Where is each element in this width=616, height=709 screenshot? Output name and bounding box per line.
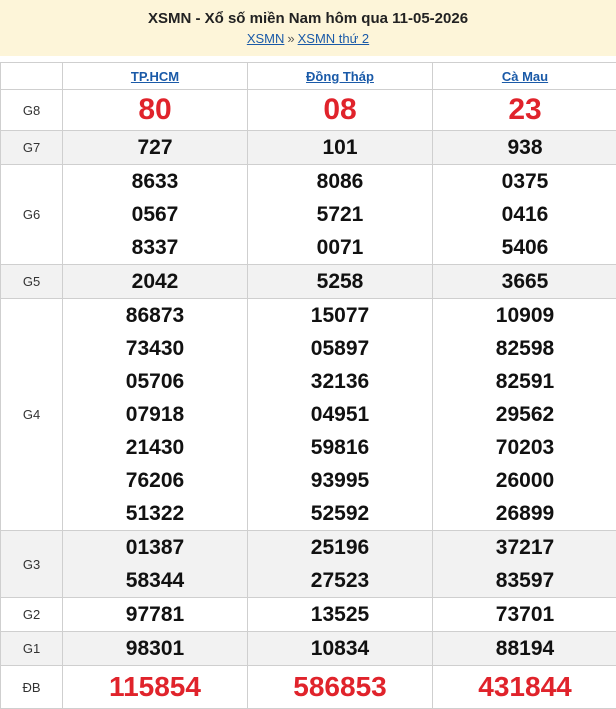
prize-value: 13525 (248, 598, 433, 632)
prize-value: 2042 (63, 265, 248, 299)
page-header: XSMN - Xổ số miền Nam hôm qua 11-05-2026… (0, 0, 616, 56)
prize-value: 5721 (248, 198, 432, 231)
prize-value: 29562 (433, 398, 616, 431)
prize-value: 26899 (433, 497, 616, 530)
prize-value: 82598 (433, 332, 616, 365)
prize-cell: 25196 27523 (248, 531, 433, 598)
prize-value: 5406 (433, 231, 616, 264)
prize-value: 05706 (63, 365, 247, 398)
prize-row-g2: G2 97781 13525 73701 (1, 598, 616, 632)
prize-value: 15077 (248, 299, 432, 332)
prize-label: ĐB (1, 666, 63, 709)
prize-row-g1: G1 98301 10834 88194 (1, 632, 616, 666)
prize-value: 08 (248, 90, 433, 131)
prize-label: G5 (1, 265, 63, 299)
special-prize-value: 431844 (433, 666, 616, 709)
prize-value: 97781 (63, 598, 248, 632)
prize-value: 58344 (63, 564, 247, 597)
page-title: XSMN - Xổ số miền Nam hôm qua 11-05-2026 (0, 10, 616, 28)
prize-value: 8633 (63, 165, 247, 198)
prize-label: G7 (1, 131, 63, 165)
prize-value: 88194 (433, 632, 616, 666)
prize-value: 83597 (433, 564, 616, 597)
province-link-dongthap[interactable]: Đồng Tháp (306, 69, 374, 84)
prize-row-g8: G8 80 08 23 (1, 90, 616, 131)
province-header-camau: Cà Mau (433, 63, 616, 90)
prize-value: 0071 (248, 231, 432, 264)
prize-value: 23 (433, 90, 616, 131)
prize-cell: 15077 05897 32136 04951 59816 93995 5259… (248, 299, 433, 531)
prize-value: 0375 (433, 165, 616, 198)
prize-cell: 37217 83597 (433, 531, 616, 598)
prize-label: G4 (1, 299, 63, 531)
prize-value: 25196 (248, 531, 432, 564)
prize-value: 51322 (63, 497, 247, 530)
prize-value: 82591 (433, 365, 616, 398)
breadcrumb-separator: » (287, 31, 294, 46)
prize-row-g4: G4 86873 73430 05706 07918 21430 76206 5… (1, 299, 616, 531)
prize-value: 938 (433, 131, 616, 165)
prize-cell: 86873 73430 05706 07918 21430 76206 5132… (63, 299, 248, 531)
province-header-tphcm: TP.HCM (63, 63, 248, 90)
prize-value: 01387 (63, 531, 247, 564)
prize-row-g7: G7 727 101 938 (1, 131, 616, 165)
prize-value: 80 (63, 90, 248, 131)
prize-value: 8337 (63, 231, 247, 264)
prize-label: G8 (1, 90, 63, 131)
prize-value: 10909 (433, 299, 616, 332)
prize-value: 04951 (248, 398, 432, 431)
prize-cell: 10909 82598 82591 29562 70203 26000 2689… (433, 299, 616, 531)
prize-value: 27523 (248, 564, 432, 597)
prize-value: 93995 (248, 464, 432, 497)
prize-value: 0416 (433, 198, 616, 231)
prize-value: 0567 (63, 198, 247, 231)
prize-value: 98301 (63, 632, 248, 666)
prize-value: 21430 (63, 431, 247, 464)
prize-value: 70203 (433, 431, 616, 464)
province-header-row: TP.HCM Đồng Tháp Cà Mau (1, 63, 616, 90)
prize-label: G1 (1, 632, 63, 666)
prize-value: 727 (63, 131, 248, 165)
prize-row-g6: G6 8633 0567 8337 8086 5721 0071 0375 04… (1, 165, 616, 265)
breadcrumb-xsmn-thu2-link[interactable]: XSMN thứ 2 (298, 31, 370, 46)
prize-value: 8086 (248, 165, 432, 198)
prize-label: G6 (1, 165, 63, 265)
prize-value: 32136 (248, 365, 432, 398)
special-prize-value: 115854 (63, 666, 248, 709)
prize-row-special: ĐB 115854 586853 431844 (1, 666, 616, 709)
prize-value: 101 (248, 131, 433, 165)
province-header-dongthap: Đồng Tháp (248, 63, 433, 90)
prize-cell: 8086 5721 0071 (248, 165, 433, 265)
prize-cell: 01387 58344 (63, 531, 248, 598)
prize-cell: 0375 0416 5406 (433, 165, 616, 265)
prize-cell: 8633 0567 8337 (63, 165, 248, 265)
corner-cell (1, 63, 63, 90)
prize-value: 26000 (433, 464, 616, 497)
prize-row-g5: G5 2042 5258 3665 (1, 265, 616, 299)
province-link-tphcm[interactable]: TP.HCM (131, 69, 179, 84)
prize-value: 07918 (63, 398, 247, 431)
prize-label: G2 (1, 598, 63, 632)
prize-value: 3665 (433, 265, 616, 299)
special-prize-value: 586853 (248, 666, 433, 709)
prize-value: 05897 (248, 332, 432, 365)
prize-value: 52592 (248, 497, 432, 530)
prize-label: G3 (1, 531, 63, 598)
prize-value: 37217 (433, 531, 616, 564)
province-link-camau[interactable]: Cà Mau (502, 69, 548, 84)
breadcrumb: XSMN» XSMN thứ 2 (0, 31, 616, 47)
prize-value: 73701 (433, 598, 616, 632)
prize-value: 59816 (248, 431, 432, 464)
prize-value: 10834 (248, 632, 433, 666)
prize-row-g3: G3 01387 58344 25196 27523 37217 83597 (1, 531, 616, 598)
prize-value: 76206 (63, 464, 247, 497)
prize-value: 73430 (63, 332, 247, 365)
prize-value: 5258 (248, 265, 433, 299)
results-table: TP.HCM Đồng Tháp Cà Mau G8 80 08 23 G7 7… (0, 62, 616, 709)
prize-value: 86873 (63, 299, 247, 332)
breadcrumb-xsmn-link[interactable]: XSMN (247, 31, 285, 46)
